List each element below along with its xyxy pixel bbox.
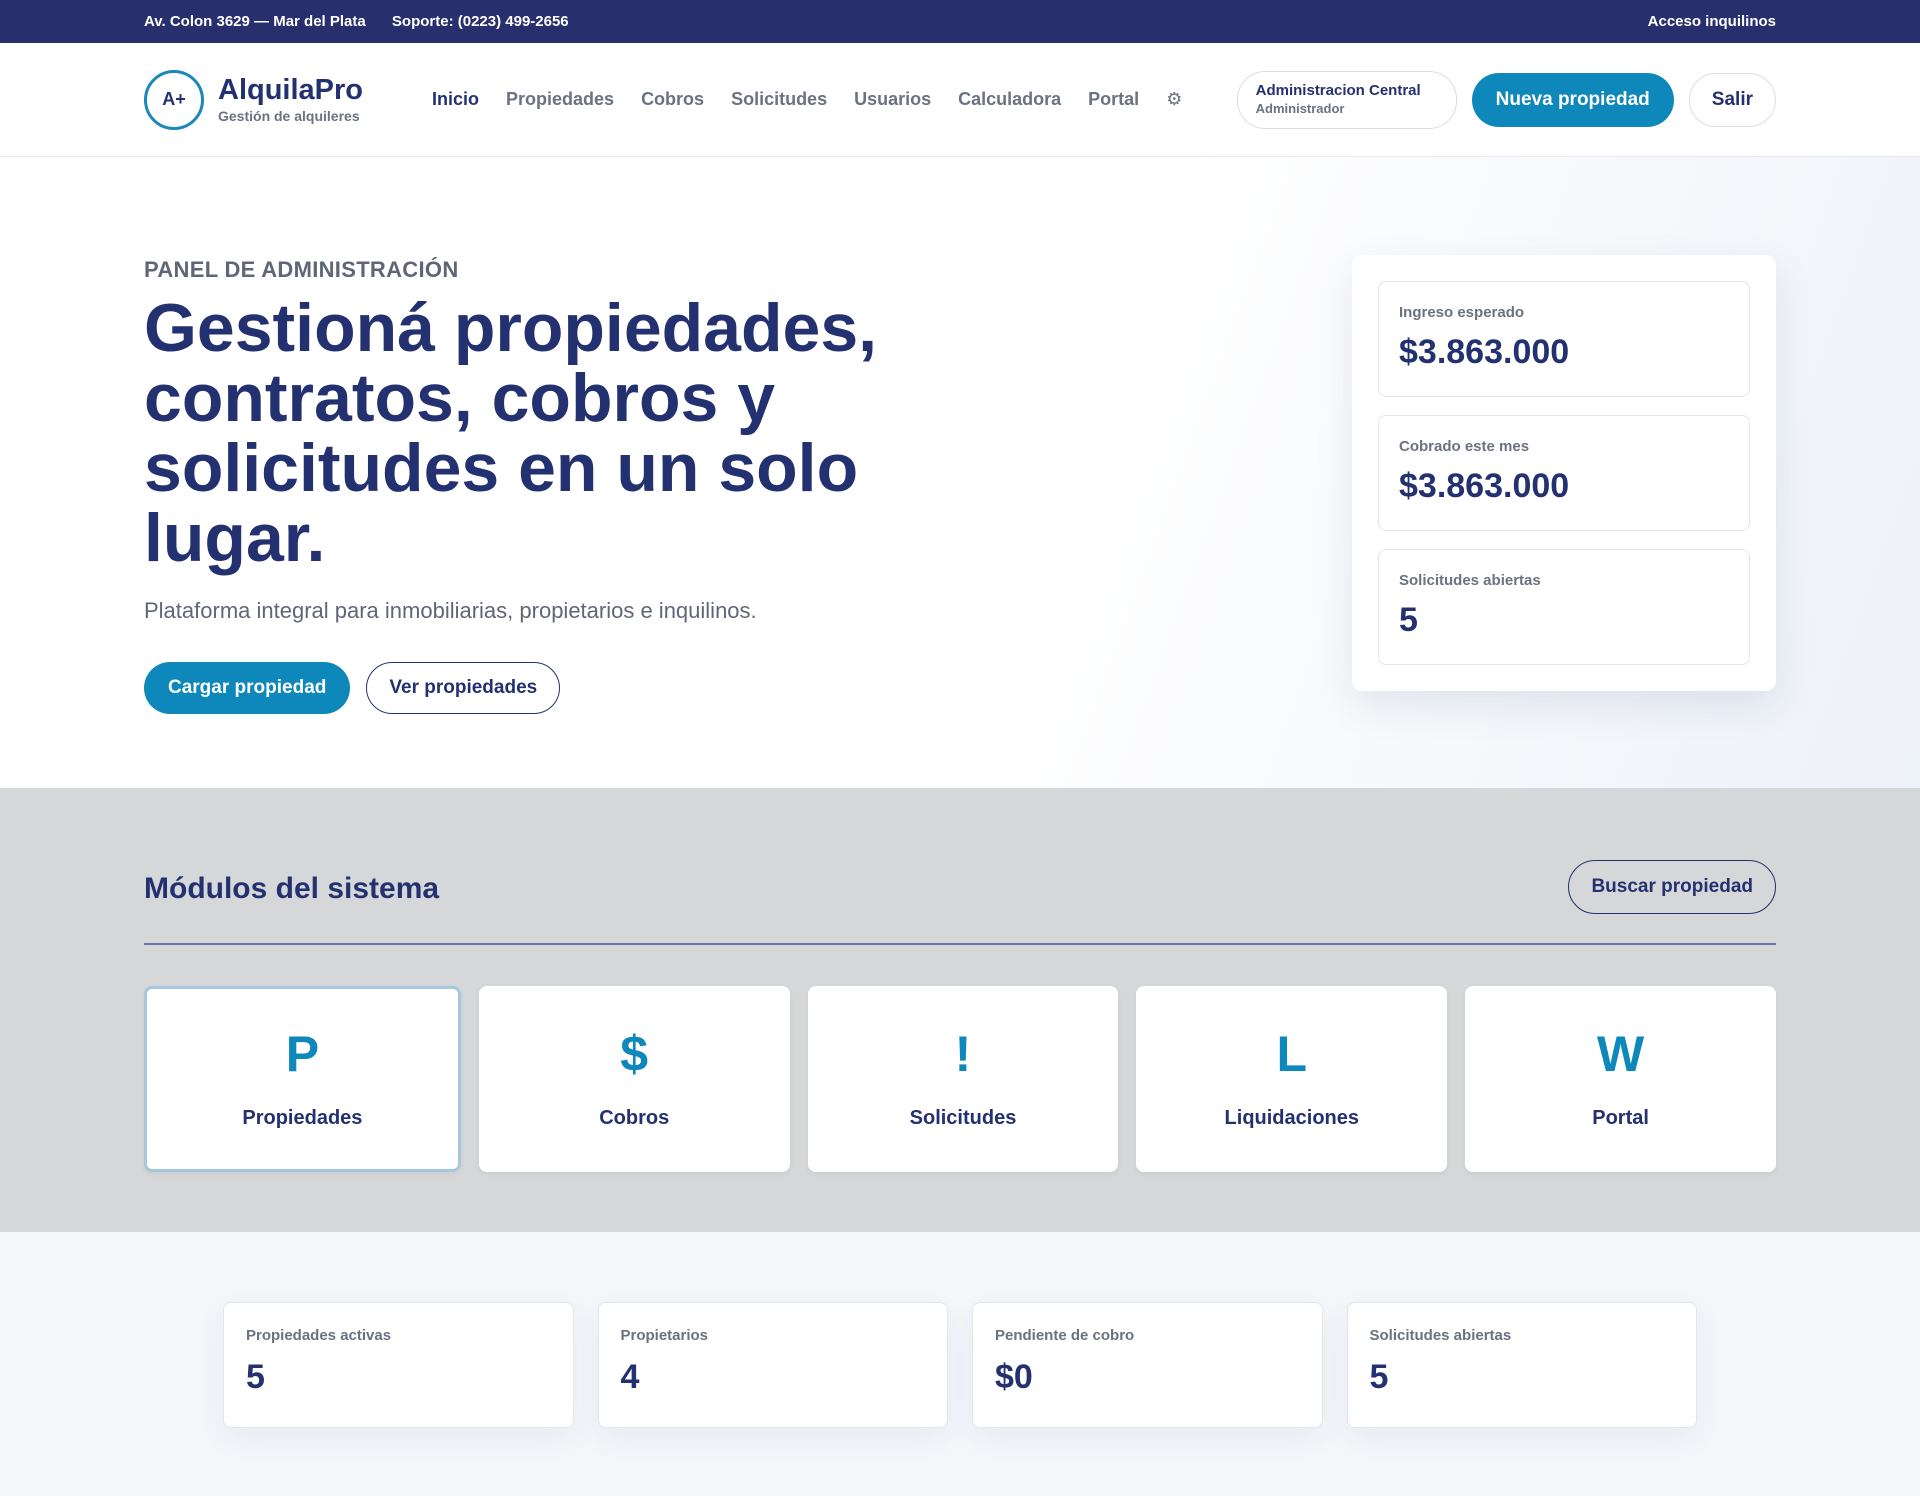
summary-value: $3.863.000: [1399, 333, 1570, 371]
nav-item-calculadora[interactable]: Calculadora: [958, 89, 1061, 110]
top-info-bar: Av. Colon 3629 — Mar del Plata Soporte: …: [0, 0, 1920, 43]
kpi-label: Propiedades activas: [246, 1327, 392, 1344]
brand[interactable]: A+ AlquilaPro Gestión de alquileres: [144, 69, 432, 130]
account-name: Administracion Central: [1255, 81, 1421, 99]
module-label: Cobros: [599, 1106, 670, 1129]
hero-lead: Plataforma integral para inmobiliarias, …: [144, 598, 757, 623]
section-divider: [144, 943, 1776, 945]
hero-section: PANEL DE ADMINISTRACIÓN Gestioná propied…: [0, 157, 1920, 788]
kpi-section: Propiedades activas 5 Propietarios 4 Pen…: [0, 1232, 1920, 1496]
logout-button[interactable]: Salir: [1688, 72, 1776, 127]
logo-icon: A+: [144, 69, 204, 130]
hero-eyebrow: PANEL DE ADMINISTRACIÓN: [144, 257, 459, 282]
hero-actions: Cargar propiedad Ver propiedades: [144, 662, 561, 714]
nav-item-inicio[interactable]: Inicio: [432, 89, 479, 110]
address-text: Av. Colon 3629 — Mar del Plata: [144, 13, 366, 30]
nav-item-portal[interactable]: Portal: [1088, 89, 1139, 110]
kpi-label: Propietarios: [620, 1327, 709, 1344]
kpi-value: $0: [995, 1358, 1033, 1396]
summary-label: Cobrado este mes: [1399, 438, 1530, 455]
module-label: Solicitudes: [909, 1106, 1017, 1129]
module-label: Propiedades: [242, 1106, 363, 1129]
tenant-access-link[interactable]: Acceso inquilinos: [1648, 13, 1776, 30]
kpi-label: Solicitudes abiertas: [1369, 1327, 1512, 1344]
summary-open-requests: Solicitudes abiertas 5: [1378, 549, 1750, 665]
nav-item-cobros[interactable]: Cobros: [641, 89, 704, 110]
module-card-propiedades[interactable]: P Propiedades: [144, 986, 461, 1172]
brand-tagline: Gestión de alquileres: [218, 108, 360, 125]
kpi-open-requests: Solicitudes abiertas 5: [1346, 1302, 1697, 1428]
main-nav: Inicio Propiedades Cobros Solicitudes Us…: [432, 89, 1237, 110]
kpi-value: 4: [620, 1358, 640, 1396]
module-card-solicitudes[interactable]: ! Solicitudes: [807, 986, 1119, 1172]
module-l-icon: L: [1276, 1025, 1308, 1082]
summary-expected-income: Ingreso esperado $3.863.000: [1378, 281, 1750, 397]
kpi-label: Pendiente de cobro: [995, 1327, 1135, 1344]
module-p-icon: P: [285, 1025, 320, 1082]
module-w-icon: W: [1596, 1025, 1645, 1082]
kpi-pending-collection: Pendiente de cobro $0: [972, 1302, 1323, 1428]
header-actions: Administracion Central Administrador Nue…: [1236, 70, 1776, 129]
main-header: A+ AlquilaPro Gestión de alquileres Inic…: [0, 43, 1920, 157]
gear-icon[interactable]: ⚙: [1166, 89, 1182, 110]
module-label: Liquidaciones: [1224, 1106, 1360, 1129]
search-property-button[interactable]: Buscar propiedad: [1568, 860, 1776, 914]
nav-item-solicitudes[interactable]: Solicitudes: [731, 89, 827, 110]
nav-item-usuarios[interactable]: Usuarios: [854, 89, 931, 110]
summary-label: Solicitudes abiertas: [1399, 572, 1541, 589]
summary-value: $3.863.000: [1399, 467, 1570, 505]
nav-item-propiedades[interactable]: Propiedades: [506, 89, 614, 110]
account-chip[interactable]: Administracion Central Administrador: [1236, 70, 1457, 129]
kpi-value: 5: [1369, 1358, 1389, 1396]
kpi-owners: Propietarios 4: [597, 1302, 948, 1428]
contact-info: Av. Colon 3629 — Mar del Plata Soporte: …: [144, 13, 591, 30]
new-property-button[interactable]: Nueva propiedad: [1471, 72, 1674, 127]
module-dollar-icon: $: [620, 1025, 649, 1082]
summary-label: Ingreso esperado: [1399, 304, 1525, 321]
support-phone: Soporte: (0223) 499-2656: [391, 13, 569, 30]
module-card-liquidaciones[interactable]: L Liquidaciones: [1136, 986, 1448, 1172]
brand-name: AlquilaPro: [218, 73, 364, 106]
kpi-active-properties: Propiedades activas 5: [223, 1302, 574, 1428]
kpi-value: 5: [246, 1358, 265, 1396]
modules-title: Módulos del sistema: [144, 872, 440, 905]
module-card-cobros[interactable]: $ Cobros: [478, 986, 790, 1172]
summary-collected-month: Cobrado este mes $3.863.000: [1378, 415, 1750, 531]
module-card-portal[interactable]: W Portal: [1465, 986, 1776, 1172]
modules-grid: P Propiedades $ Cobros ! Solicitudes L L…: [144, 986, 1776, 1172]
view-properties-button[interactable]: Ver propiedades: [366, 662, 561, 714]
summary-card: Ingreso esperado $3.863.000 Cobrado este…: [1352, 255, 1776, 691]
modules-section: Módulos del sistema Buscar propiedad P P…: [0, 788, 1920, 1232]
hero-title: Gestioná propiedades, contratos, cobros …: [144, 290, 878, 576]
summary-value: 5: [1399, 601, 1418, 639]
kpi-grid: Propiedades activas 5 Propietarios 4 Pen…: [223, 1302, 1697, 1428]
module-label: Portal: [1592, 1106, 1649, 1129]
load-property-button[interactable]: Cargar propiedad: [144, 662, 351, 714]
account-role: Administrador: [1255, 100, 1345, 116]
module-exclamation-icon: !: [954, 1025, 972, 1082]
